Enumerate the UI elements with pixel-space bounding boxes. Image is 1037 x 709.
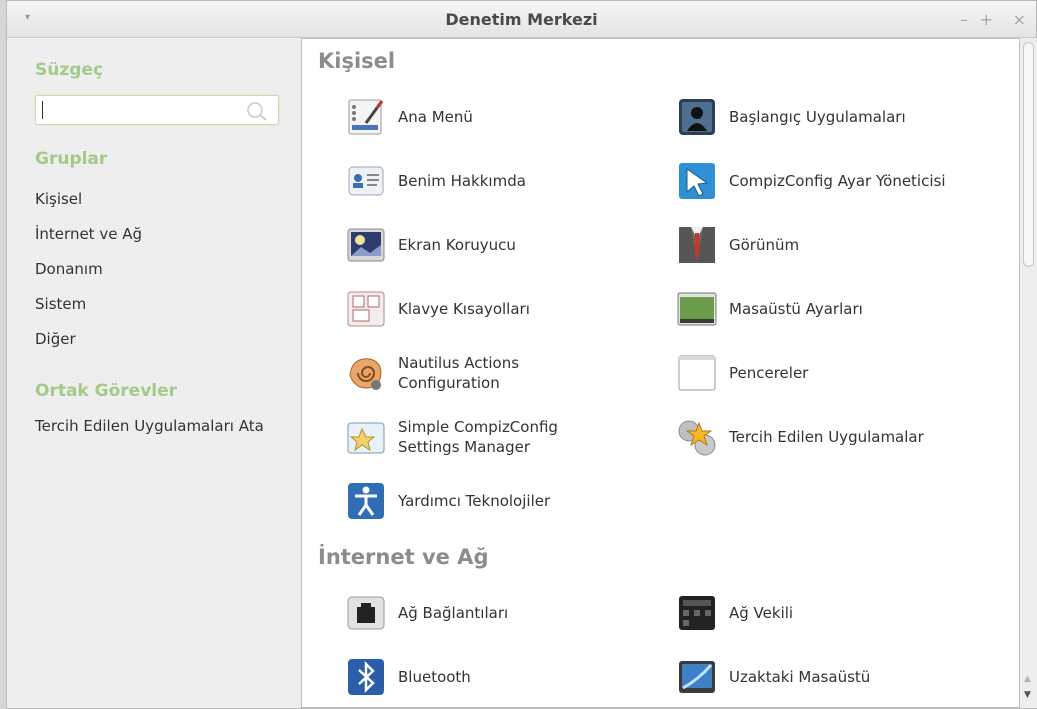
applet-ag-vekili[interactable]: Ağ Vekili [677, 591, 793, 635]
bluetooth-icon [348, 659, 384, 695]
applet-label: Pencereler [729, 364, 809, 382]
common-tasks-heading: Ortak Görevler [35, 381, 178, 401]
applet-ana-menu[interactable]: Ana Menü [346, 95, 473, 139]
applet-masaustu-ayarlari[interactable]: Masaüstü Ayarları [677, 287, 863, 331]
applet-label: Tercih Edilen Uygulamalar [729, 428, 924, 446]
applet-label: Bluetooth [398, 668, 471, 686]
screensaver-icon [347, 228, 385, 262]
search-icon [247, 102, 267, 121]
applet-label: Ağ Bağlantıları [398, 604, 509, 622]
applet-compizconfig[interactable]: CompizConfig Ayar Yöneticisi [677, 159, 946, 203]
section-title-internet: İnternet ve Ağ [318, 545, 489, 569]
applet-simple-ccsm[interactable]: Simple CompizConfig Settings Manager [346, 415, 558, 459]
sidebar-item-kisisel[interactable]: Kişisel [35, 190, 82, 208]
section-title-kisisel: Kişisel [318, 49, 396, 73]
applet-label: Nautilus Actions Configuration [398, 354, 520, 392]
keyboard-shortcuts-icon [347, 291, 385, 327]
sidebar-item-sistem[interactable]: Sistem [35, 295, 86, 313]
applet-label: Ekran Koruyucu [398, 236, 516, 254]
scrollbar-thumb[interactable] [1023, 42, 1034, 267]
applet-uzaktaki-masaustu[interactable]: Uzaktaki Masaüstü [677, 655, 870, 699]
applet-label: Ağ Vekili [729, 604, 794, 622]
filter-heading: Süzgeç [35, 60, 104, 80]
applet-ag-baglantilari[interactable]: Ağ Bağlantıları [346, 591, 508, 635]
applet-gorunum[interactable]: Görünüm [677, 223, 799, 267]
applet-label: Masaüstü Ayarları [729, 300, 863, 318]
applet-label: Benim Hakkımda [398, 172, 526, 190]
applet-nautilus-actions[interactable]: Nautilus Actions Configuration [346, 351, 519, 395]
task-preferred-apps[interactable]: Tercih Edilen Uygulamaları Ata [35, 417, 264, 435]
network-proxy-icon [679, 596, 715, 630]
desktop-settings-icon [677, 292, 717, 326]
nautilus-actions-icon [349, 358, 382, 390]
accessibility-icon [348, 483, 384, 519]
applet-ekran-koruyucu[interactable]: Ekran Koruyucu [346, 223, 516, 267]
remote-desktop-icon [679, 661, 715, 693]
applet-label: Uzaktaki Masaüstü [729, 668, 871, 686]
main-menu-icon [348, 99, 384, 135]
control-center-window: ▾ Denetim Merkezi – + × Süzgeç Gruplar K… [6, 0, 1037, 709]
applet-label: Görünüm [729, 236, 800, 254]
scroll-up-icon[interactable]: ▲ [1024, 674, 1031, 684]
vertical-scrollbar[interactable]: ▲ ▼ [1020, 38, 1037, 708]
sidebar-item-internet[interactable]: İnternet ve Ağ [35, 225, 142, 243]
minimize-icon[interactable]: – [960, 10, 968, 29]
about-me-icon [348, 166, 384, 196]
scroll-down-icon[interactable]: ▼ [1024, 690, 1031, 700]
applet-label: Başlangıç Uygulamaları [729, 108, 906, 126]
applet-yardimci-teknolojiler[interactable]: Yardımcı Teknolojiler [346, 479, 550, 523]
applet-bluetooth[interactable]: Bluetooth [346, 655, 471, 699]
window-title: Denetim Merkezi [445, 10, 598, 29]
applet-label: Klavye Kısayolları [398, 300, 530, 318]
windows-icon [678, 355, 716, 391]
applet-label: CompizConfig Ayar Yöneticisi [729, 172, 946, 190]
startup-apps-icon [679, 99, 715, 135]
applet-label: Ana Menü [398, 108, 473, 126]
text-caret [42, 101, 43, 119]
maximize-icon[interactable]: + [980, 10, 993, 29]
preferred-apps-icon [678, 420, 716, 456]
applets-panel: Kişisel Ana Menü Başlangıç Uygulamaları [301, 38, 1020, 708]
compizconfig-icon [679, 163, 715, 199]
applet-klavye-kisayollari[interactable]: Klavye Kısayolları [346, 287, 530, 331]
appearance-icon [679, 227, 715, 263]
applet-label: Simple CompizConfig Settings Manager [398, 418, 558, 456]
sidebar: Süzgeç Gruplar Kişisel İnternet ve Ağ Do… [7, 38, 303, 709]
sidebar-item-donanim[interactable]: Donanım [35, 260, 103, 278]
network-connections-icon [347, 596, 385, 630]
close-icon[interactable]: × [1013, 10, 1026, 29]
search-input[interactable] [35, 95, 279, 125]
groups-heading: Gruplar [35, 149, 108, 169]
sidebar-item-diger[interactable]: Diğer [35, 330, 76, 348]
simple-ccsm-icon [347, 422, 385, 454]
applet-benim-hakkimda[interactable]: Benim Hakkımda [346, 159, 526, 203]
title-bar[interactable]: ▾ Denetim Merkezi – + × [7, 1, 1036, 38]
applet-tercih-edilen[interactable]: Tercih Edilen Uygulamalar [677, 415, 924, 459]
applet-label: Yardımcı Teknolojiler [398, 492, 551, 510]
applet-pencereler[interactable]: Pencereler [677, 351, 808, 395]
applet-baslangic[interactable]: Başlangıç Uygulamaları [677, 95, 906, 139]
